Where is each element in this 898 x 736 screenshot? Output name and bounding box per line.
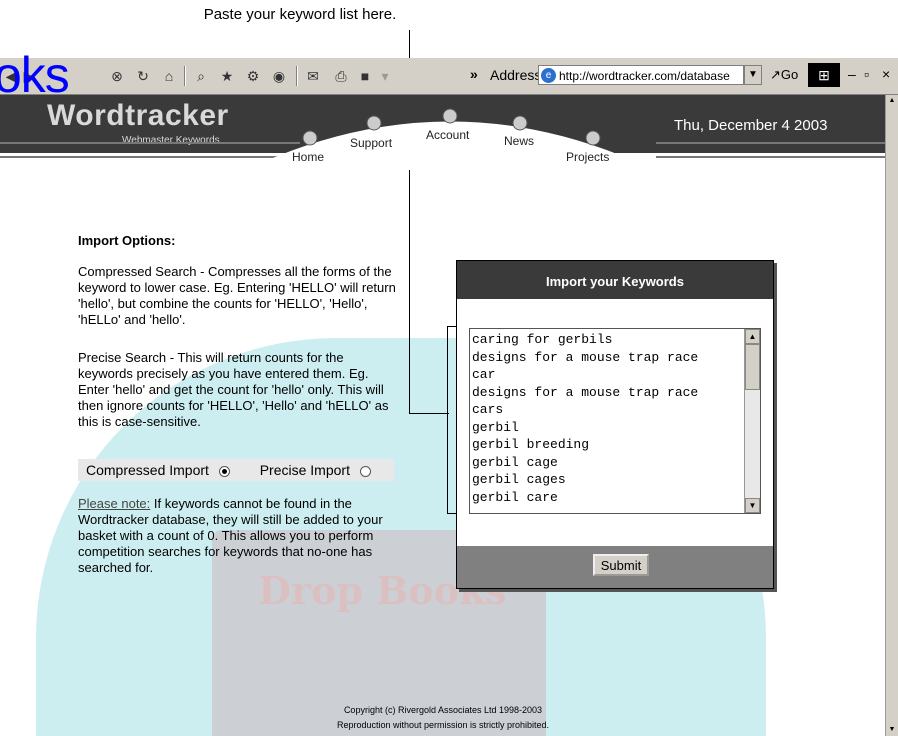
page-scroll-up-icon[interactable]: ▲ <box>886 95 898 107</box>
stop-icon[interactable]: ⊗ <box>108 67 126 85</box>
windows-logo-icon: ⊞ <box>808 63 840 87</box>
page-scroll-down-icon[interactable]: ▼ <box>886 724 898 736</box>
keyword-line: caring for gerbils <box>472 332 613 347</box>
please-note-link[interactable]: Please note: <box>78 496 150 511</box>
nav-dot-home <box>302 130 318 146</box>
import-options-heading: Import Options: <box>78 233 176 248</box>
note-paragraph: Please note: If keywords cannot be found… <box>78 496 398 576</box>
edit-icon[interactable]: ■ <box>356 67 374 85</box>
copyright-text: Copyright (c) Rivergold Associates Ltd 1… <box>343 705 543 715</box>
site-title: Wordtracker <box>47 99 229 132</box>
radio-precise-label[interactable]: Precise Import <box>260 462 350 478</box>
import-mode-options: Compressed Import Precise Import <box>78 459 394 481</box>
address-input[interactable]: e http://wordtracker.com/database <box>538 65 744 85</box>
nav-home[interactable]: Home <box>292 150 324 164</box>
keyword-line: gerbil cages <box>472 472 566 487</box>
header-date: Thu, December 4 2003 <box>674 117 828 134</box>
address-dropdown-button[interactable]: ▼ <box>744 65 762 85</box>
home-icon[interactable]: ⌂ <box>160 67 178 85</box>
close-icon[interactable]: × <box>882 66 890 82</box>
precise-description: Precise Search - This will return counts… <box>78 350 389 429</box>
refresh-icon[interactable]: ↻ <box>134 67 152 85</box>
address-label: Address <box>490 67 542 83</box>
browser-toolbar: ◀ ▶ ⊗ ↻ ⌂ ⌕ ★ ⚙ ◉ ✉ ⎙ ■ ▾ » Address e ht… <box>0 58 898 95</box>
rights-text: Reproduction without permission is stric… <box>336 720 550 730</box>
favorites-icon[interactable]: ★ <box>218 67 236 85</box>
header-stripes-right <box>656 142 886 158</box>
compressed-description: Compressed Search - Compresses all the f… <box>78 264 396 327</box>
callout-line-horizontal <box>409 413 449 414</box>
mail-icon[interactable]: ✉ <box>304 67 322 85</box>
restore-icon[interactable]: ▫ <box>864 66 869 82</box>
scroll-up-icon[interactable]: ▲ <box>745 329 760 344</box>
history-icon[interactable]: ⚙ <box>244 67 262 85</box>
scroll-thumb[interactable] <box>745 344 760 390</box>
nav-projects[interactable]: Projects <box>566 150 609 164</box>
callout-caption: Paste your keyword list here. <box>203 6 397 23</box>
go-arrow-icon: ↗ <box>770 67 781 82</box>
keyword-line: designs for a mouse trap race <box>472 384 699 400</box>
print-icon[interactable]: ⎙ <box>332 67 350 85</box>
scroll-down-icon[interactable]: ▼ <box>745 498 760 513</box>
keyword-line: gerbil care <box>472 489 558 505</box>
keyword-line: car <box>472 367 496 382</box>
toolbar-more-chevron[interactable]: » <box>470 66 478 82</box>
keyword-line: cars <box>472 402 504 417</box>
keyword-textarea[interactable]: caring for gerbils designs for a mouse t… <box>469 328 761 514</box>
import-panel-footer: Submit <box>457 546 773 588</box>
nav-dot-projects <box>585 130 601 146</box>
page-scrollbar[interactable]: ▲ ▼ <box>885 95 898 736</box>
ie-page-icon: e <box>541 68 556 83</box>
toolbar-separator <box>296 66 298 86</box>
keyword-line: gerbil <box>472 419 519 435</box>
nav-dot-news <box>512 115 528 131</box>
keyword-line: designs for a mouse trap race <box>472 349 699 365</box>
nav-account[interactable]: Account <box>426 128 469 142</box>
search-icon[interactable]: ⌕ <box>192 67 210 85</box>
import-panel: Import your Keywords caring for gerbils … <box>456 260 774 589</box>
toolbar-separator <box>184 66 186 86</box>
radio-compressed[interactable] <box>218 465 230 477</box>
submit-button[interactable]: Submit <box>593 554 649 576</box>
textarea-scrollbar[interactable]: ▲ ▼ <box>744 329 760 513</box>
nav-news[interactable]: News <box>504 134 534 148</box>
discuss-icon[interactable]: ▾ <box>376 67 394 85</box>
nav-support[interactable]: Support <box>350 136 392 150</box>
go-button[interactable]: ↗Go <box>770 67 798 83</box>
keyword-line: gerbil breeding <box>472 437 590 452</box>
keyword-line: gerbil cage <box>472 454 558 470</box>
minimize-icon[interactable]: – <box>848 66 856 82</box>
nav-dot-account <box>442 108 458 124</box>
import-panel-title: Import your Keywords <box>457 261 773 299</box>
nav-dot-support <box>366 115 382 131</box>
media-icon[interactable]: ◉ <box>270 67 288 85</box>
radio-precise[interactable] <box>359 465 371 477</box>
radio-compressed-label[interactable]: Compressed Import <box>86 462 209 478</box>
address-value: http://wordtracker.com/database <box>559 69 730 83</box>
